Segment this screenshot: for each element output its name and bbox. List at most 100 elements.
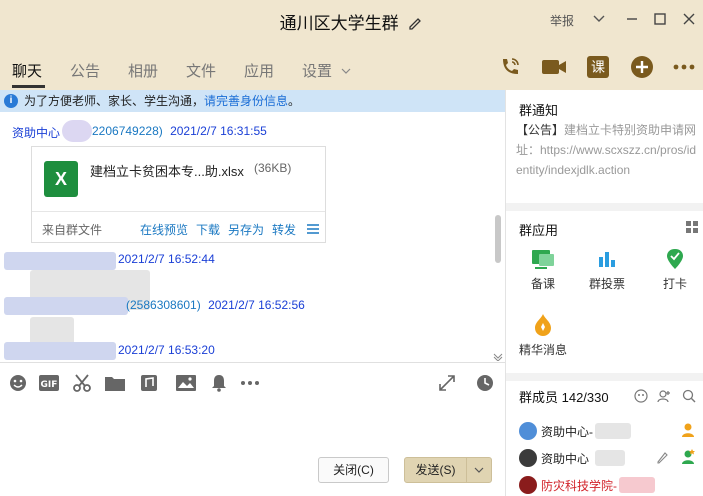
owner-badge-icon — [680, 422, 696, 441]
report-button[interactable]: 举报 — [550, 12, 574, 29]
app-lesson-prep[interactable]: 备课 — [513, 247, 573, 292]
divider — [506, 373, 703, 381]
message-time: 2021/2/7 16:52:56 — [208, 298, 305, 312]
lesson-icon[interactable]: 课 — [585, 54, 611, 80]
preview-online-link[interactable]: 在线预览 — [140, 221, 188, 238]
tab-settings[interactable]: 设置 — [302, 60, 332, 81]
file-name[interactable]: 建档立卡贫困本专...助.xlsx — [90, 161, 244, 180]
edit-name-icon[interactable] — [407, 15, 423, 31]
redacted-area — [595, 450, 626, 466]
avatar — [519, 422, 537, 440]
title-bar: 通川区大学生群 举报 — [0, 0, 703, 40]
svg-text:GIF: GIF — [41, 380, 58, 390]
send-button[interactable]: 发送(S) — [404, 457, 467, 483]
tab-announcement[interactable]: 公告 — [70, 60, 100, 81]
vote-icon — [595, 247, 619, 271]
sender-name[interactable]: 资助中心 — [12, 126, 60, 140]
settings-chevron-icon[interactable] — [341, 64, 351, 78]
download-link[interactable]: 下载 — [196, 221, 220, 238]
tab-album[interactable]: 相册 — [128, 60, 158, 81]
tab-bar: 聊天 公告 相册 文件 应用 设置 课 — [0, 40, 703, 90]
message-header: (2586308601) 2021/2/7 16:52:56 — [126, 298, 305, 312]
divider — [506, 203, 703, 211]
chat-history[interactable]: 资助中心 2206749228) 2021/2/7 16:31:55 X 建档立… — [0, 112, 505, 362]
expand-icon[interactable] — [437, 373, 457, 393]
close-button[interactable]: 关闭(C) — [318, 457, 389, 483]
bell-icon[interactable] — [209, 373, 229, 393]
forward-link[interactable]: 转发 — [272, 221, 296, 238]
save-as-link[interactable]: 另存为 — [228, 221, 264, 238]
close-icon[interactable] — [678, 8, 700, 30]
lesson-prep-icon — [531, 247, 555, 271]
more-tools-icon[interactable] — [240, 373, 260, 393]
chevron-down-icon — [474, 467, 484, 473]
member-name: 防灾科技学院- — [541, 478, 617, 493]
phone-icon[interactable] — [497, 54, 523, 80]
member-row[interactable]: 资助中心 — [519, 448, 626, 468]
identity-notice-bar: i 为了方便老师、家长、学生沟通，请完善身份信息。 — [0, 90, 505, 112]
add-app-icon[interactable] — [629, 54, 655, 80]
member-manage-icon[interactable] — [634, 389, 648, 406]
tab-files[interactable]: 文件 — [186, 60, 216, 81]
emoji-icon[interactable] — [8, 373, 28, 393]
gif-icon[interactable]: GIF — [39, 373, 59, 393]
members-title: 群成员 142/330 — [519, 390, 609, 405]
app-label: 打卡 — [662, 277, 687, 291]
sender-qq[interactable]: (2586308601) — [126, 298, 201, 312]
divider — [32, 211, 325, 212]
app-label: 精华消息 — [518, 343, 567, 357]
menu-icon[interactable] — [307, 223, 319, 237]
redacted-area — [595, 423, 631, 439]
grid-icon[interactable] — [686, 221, 699, 237]
search-icon[interactable] — [682, 389, 696, 406]
avatar — [519, 449, 537, 467]
sender-qq[interactable]: 2206749228) — [92, 124, 163, 138]
group-side-panel: 群通知 【公告】建档立卡特别资助申请网址：https://www.scxszz.… — [505, 90, 703, 496]
history-icon[interactable] — [475, 373, 495, 393]
more-icon[interactable] — [671, 54, 697, 80]
flame-icon — [531, 313, 555, 337]
group-notice-content[interactable]: 【公告】建档立卡特别资助申请网址：https://www.scxszz.cn/p… — [516, 120, 701, 180]
app-label: 备课 — [530, 277, 555, 291]
notice-text: 为了方便老师、家长、学生沟通， — [24, 94, 205, 108]
app-vote[interactable]: 群投票 — [577, 247, 637, 292]
redacted-area — [62, 120, 92, 142]
folder-icon[interactable] — [105, 373, 125, 393]
scissors-icon[interactable] — [72, 373, 92, 393]
maximize-icon[interactable] — [649, 8, 671, 30]
redacted-sender — [4, 342, 116, 360]
group-name: 通川区大学生群 — [279, 14, 399, 33]
file-card[interactable]: X 建档立卡贫困本专...助.xlsx (36KB) 来自群文件 在线预览 下载… — [31, 146, 326, 243]
redacted-message — [30, 317, 74, 345]
minimize-icon[interactable] — [621, 8, 643, 30]
image-icon[interactable] — [176, 373, 196, 393]
file-size: (36KB) — [254, 161, 292, 175]
app-check-in[interactable]: 打卡 — [645, 247, 703, 292]
chevron-down-icon[interactable] — [588, 8, 610, 30]
chat-scrollbar[interactable] — [495, 215, 501, 263]
file-source: 来自群文件 — [42, 223, 103, 237]
member-name: 资助中心 — [541, 451, 590, 466]
avatar — [519, 476, 537, 494]
message-header-meta: 2206749228) 2021/2/7 16:31:55 — [92, 124, 267, 138]
excel-file-icon: X — [44, 161, 78, 197]
group-apps-title: 群应用 — [519, 223, 559, 238]
tab-apps[interactable]: 应用 — [244, 60, 274, 81]
pencil-icon[interactable] — [656, 451, 669, 467]
message-header: 资助中心 — [12, 124, 60, 141]
member-row[interactable]: 防灾科技学院- — [519, 475, 655, 495]
send-options-button[interactable] — [466, 457, 492, 483]
active-tab-indicator — [12, 85, 45, 88]
member-row[interactable]: 资助中心- — [519, 421, 631, 441]
music-icon[interactable] — [139, 373, 159, 393]
notice-tag: 【公告】 — [516, 123, 565, 137]
add-member-icon[interactable] — [657, 389, 671, 406]
tab-chat[interactable]: 聊天 — [12, 60, 42, 81]
message-header: 2021/2/7 16:52:44 — [118, 252, 215, 266]
message-header: 2021/2/7 16:53:20 — [118, 343, 215, 357]
video-call-icon[interactable] — [541, 54, 567, 80]
group-notice-title: 群通知 — [519, 103, 559, 118]
app-featured-messages[interactable]: 精华消息 — [513, 313, 573, 358]
message-time: 2021/2/7 16:53:20 — [118, 343, 215, 357]
complete-identity-link[interactable]: 请完善身份信息 — [204, 94, 288, 108]
